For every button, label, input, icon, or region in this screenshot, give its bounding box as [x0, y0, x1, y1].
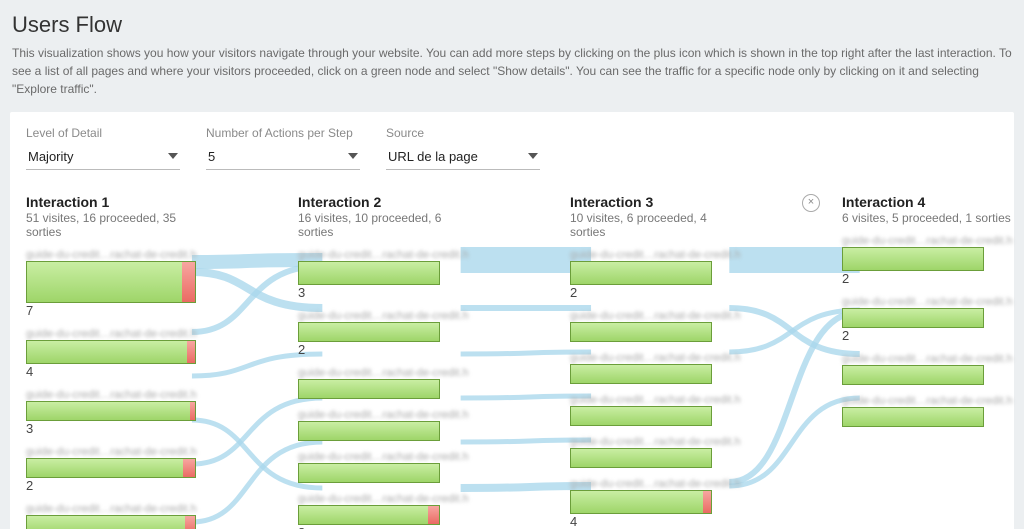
page-title: Users Flow	[12, 12, 1014, 38]
interaction-summary: 51 visites, 16 proceeded, 35 sorties	[26, 211, 196, 239]
interaction-title: Interaction 3	[570, 194, 740, 210]
flow-node[interactable]: guide-du-credit…rachat-de-credit.html	[570, 310, 740, 342]
interaction-summary: 16 visites, 10 proceeded, 6 sorties	[298, 211, 468, 239]
node-page-label: guide-du-credit…rachat-de-credit.html	[570, 352, 740, 364]
node-page-label: guide-du-credit…rachat-de-credit.html	[842, 235, 1012, 247]
flow-node[interactable]: guide-du-credit…rachat-de-credit.html 7	[26, 249, 196, 318]
flow-node[interactable]: guide-du-credit…rachat-de-credit.html 2	[26, 446, 196, 493]
node-value: 2	[26, 478, 33, 493]
node-value: 4	[26, 364, 33, 379]
interaction-column: Interaction 216 visites, 10 proceeded, 6…	[298, 194, 548, 529]
node-page-label: guide-du-credit…rachat-de-credit.html	[298, 249, 468, 261]
caret-down-icon	[348, 149, 358, 164]
node-value: 8	[298, 525, 305, 529]
actions-per-step-control: Number of Actions per Step 5	[206, 126, 360, 170]
remove-step-button[interactable]: ×	[802, 194, 820, 212]
flow-node[interactable]: guide-du-credit…rachat-de-credit.html 2	[570, 249, 740, 300]
interaction-column: Interaction 310 visites, 6 proceeded, 4 …	[570, 194, 820, 529]
source-select[interactable]: URL de la page	[386, 146, 540, 170]
node-value: 2	[298, 342, 305, 357]
node-page-label: guide-du-credit…rachat-de-credit.html	[298, 409, 468, 421]
level-of-detail-value: Majority	[28, 149, 74, 164]
node-page-label: guide-du-credit…rachat-de-credit.html	[570, 478, 740, 490]
level-of-detail-select[interactable]: Majority	[26, 146, 180, 170]
node-page-label: guide-du-credit…rachat-de-credit.html	[26, 446, 196, 458]
flow-node[interactable]: guide-du-credit…rachat-de-credit.html	[298, 409, 468, 441]
source-label: Source	[386, 126, 540, 140]
interaction-summary: 6 visites, 5 proceeded, 1 sorties	[842, 211, 1012, 225]
caret-down-icon	[168, 149, 178, 164]
actions-per-step-select[interactable]: 5	[206, 146, 360, 170]
node-value: 2	[842, 328, 849, 343]
flow-node[interactable]: guide-du-credit…rachat-de-credit.html	[570, 394, 740, 426]
interaction-title: Interaction 1	[26, 194, 196, 210]
flow-node[interactable]: guide-du-credit…rachat-de-credit.html	[298, 451, 468, 483]
node-value: 3	[298, 285, 305, 300]
interaction-title: Interaction 4	[842, 194, 1012, 210]
flow-node[interactable]: guide-du-credit…rachat-de-credit.html 3	[298, 249, 468, 300]
flow-node[interactable]: guide-du-credit…rachat-de-credit.html	[842, 353, 1012, 385]
node-page-label: guide-du-credit…rachat-de-credit.html	[570, 394, 740, 406]
node-page-label: guide-du-credit…rachat-de-credit.html	[298, 493, 468, 505]
flow-node[interactable]: guide-du-credit…rachat-de-credit.html	[298, 367, 468, 399]
flow-node[interactable]: guide-du-credit…rachat-de-credit.html 2	[298, 310, 468, 357]
node-page-label: guide-du-credit…rachat-de-credit.html	[570, 310, 740, 322]
node-page-label: guide-du-credit…rachat-de-credit.html	[26, 328, 196, 340]
level-of-detail-label: Level of Detail	[26, 126, 180, 140]
interaction-title: Interaction 2	[298, 194, 468, 210]
flow-node[interactable]: guide-du-credit…rachat-de-credit.html 3	[26, 389, 196, 436]
node-page-label: guide-du-credit…rachat-de-credit.html	[298, 310, 468, 322]
flow-panel: Level of Detail Majority Number of Actio…	[10, 112, 1014, 529]
interaction-summary: 10 visites, 6 proceeded, 4 sorties	[570, 211, 740, 239]
node-page-label: guide-du-credit…rachat-de-credit.html	[26, 389, 196, 401]
actions-per-step-label: Number of Actions per Step	[206, 126, 360, 140]
caret-down-icon	[528, 149, 538, 164]
node-value: 2	[842, 271, 849, 286]
node-value: 2	[570, 285, 577, 300]
node-page-label: guide-du-credit…rachat-de-credit.html	[298, 367, 468, 379]
node-page-label: guide-du-credit…rachat-de-credit.html	[842, 353, 1012, 365]
page-description: This visualization shows you how your vi…	[12, 44, 1014, 98]
node-value: 7	[26, 303, 33, 318]
node-page-label: guide-du-credit…rachat-de-credit.html	[842, 395, 1012, 407]
node-page-label: guide-du-credit…rachat-de-credit.html	[26, 503, 196, 515]
node-page-label: guide-du-credit…rachat-de-credit.html	[842, 296, 1012, 308]
node-page-label: guide-du-credit…rachat-de-credit.html	[298, 451, 468, 463]
flow-node[interactable]: guide-du-credit…rachat-de-credit.html 4	[570, 478, 740, 529]
interaction-column: Interaction 151 visites, 16 proceeded, 3…	[26, 194, 276, 529]
flow-node[interactable]: guide-du-credit…rachat-de-credit.html2	[26, 503, 196, 529]
flow-node[interactable]: guide-du-credit…rachat-de-credit.html 4	[26, 328, 196, 379]
level-of-detail-control: Level of Detail Majority	[26, 126, 180, 170]
node-page-label: guide-du-credit…rachat-de-credit.html	[570, 436, 740, 448]
flow-node[interactable]: guide-du-credit…rachat-de-credit.html	[570, 352, 740, 384]
node-page-label: guide-du-credit…rachat-de-credit.html	[26, 249, 196, 261]
flow-node[interactable]: guide-du-credit…rachat-de-credit.html 8	[298, 493, 468, 529]
flow-node[interactable]: guide-du-credit…rachat-de-credit.html	[570, 436, 740, 468]
interaction-column: Interaction 46 visites, 5 proceeded, 1 s…	[842, 194, 1024, 529]
flow-node[interactable]: guide-du-credit…rachat-de-credit.html 2	[842, 296, 1012, 343]
source-value: URL de la page	[388, 149, 478, 164]
users-flow-diagram: Interaction 151 visites, 16 proceeded, 3…	[26, 194, 998, 529]
node-value: 4	[570, 514, 577, 529]
source-control: Source URL de la page	[386, 126, 540, 170]
flow-node[interactable]: guide-du-credit…rachat-de-credit.html	[842, 395, 1012, 427]
flow-node[interactable]: guide-du-credit…rachat-de-credit.html 2	[842, 235, 1012, 286]
node-value: 3	[26, 421, 33, 436]
node-page-label: guide-du-credit…rachat-de-credit.html	[570, 249, 740, 261]
actions-per-step-value: 5	[208, 149, 215, 164]
